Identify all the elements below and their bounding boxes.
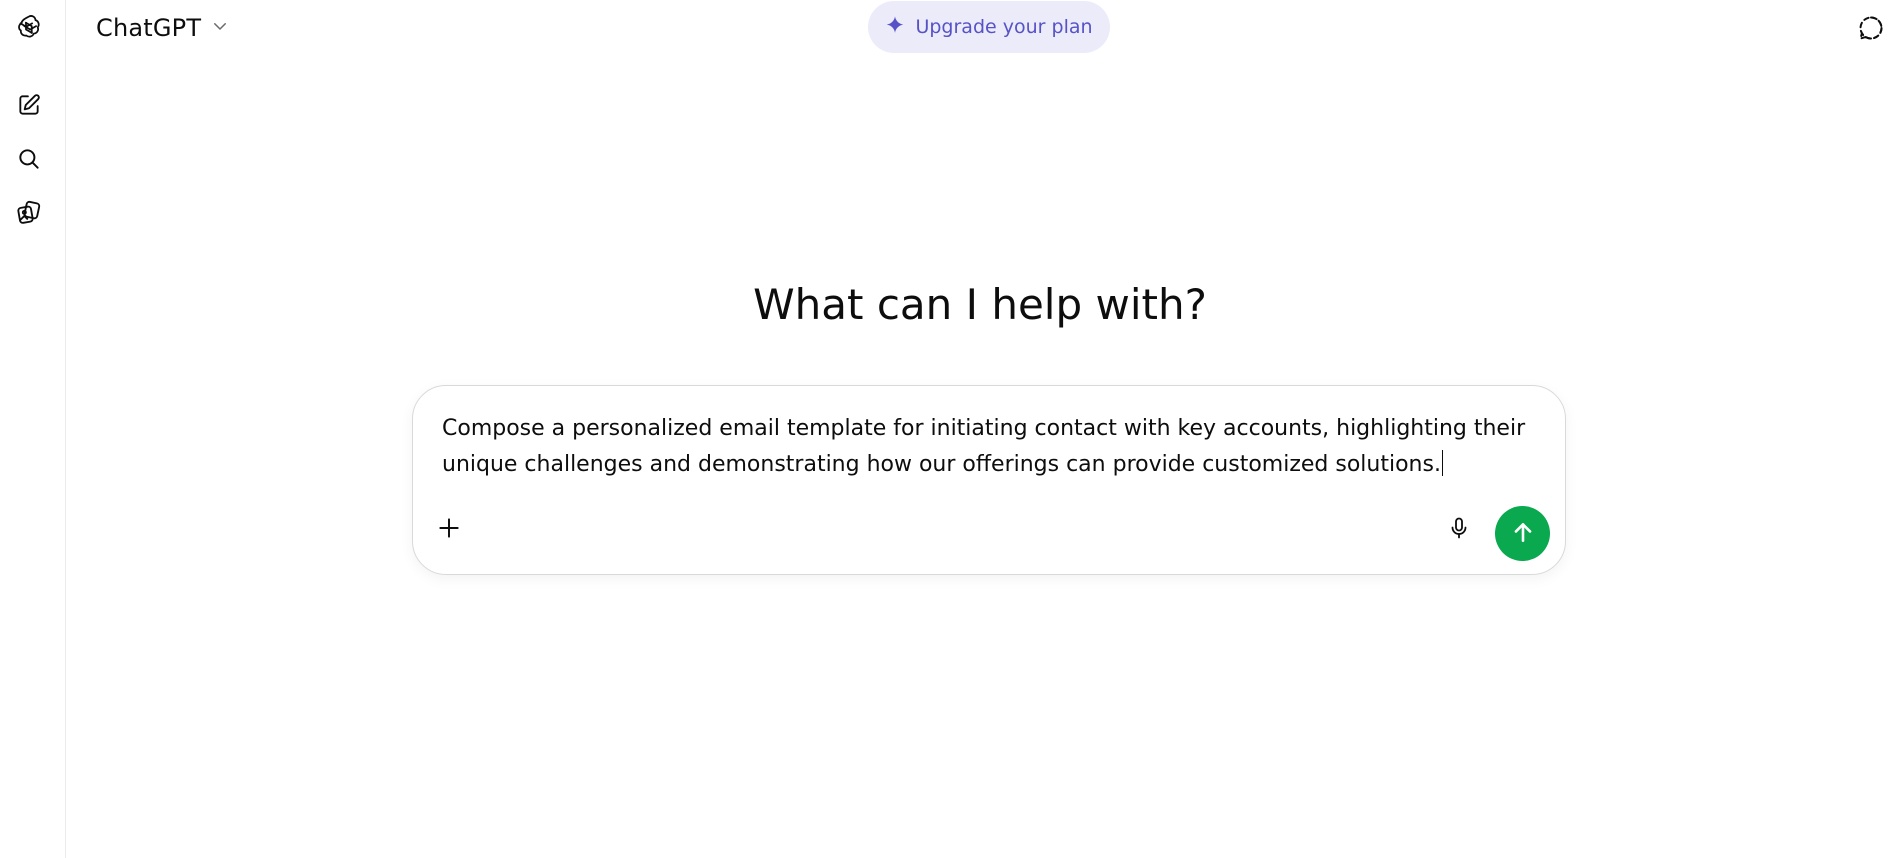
upgrade-plan-button[interactable]: Upgrade your plan (868, 1, 1110, 53)
microphone-icon (1447, 515, 1471, 545)
sparkle-icon (885, 15, 905, 39)
app-window: ChatGPT Upgrade your plan What can I hel… (0, 0, 1894, 858)
temporary-chat-icon (1857, 14, 1885, 46)
prompt-text: Compose a personalized email template fo… (442, 416, 1526, 477)
search-chats-button[interactable] (9, 139, 49, 179)
new-chat-button[interactable] (9, 85, 49, 125)
sidebar-rail (0, 0, 66, 858)
temporary-chat-button[interactable] (1851, 10, 1891, 50)
prompt-composer: Compose a personalized email template fo… (412, 385, 1566, 575)
text-caret (1441, 450, 1444, 476)
add-attachment-button[interactable] (427, 508, 471, 552)
upgrade-plan-label: Upgrade your plan (915, 16, 1093, 38)
library-icon (15, 199, 43, 227)
library-button[interactable] (9, 193, 49, 233)
arrow-up-icon (1510, 519, 1536, 549)
send-button[interactable] (1495, 506, 1550, 561)
model-name: ChatGPT (96, 14, 202, 42)
chevron-down-icon (211, 17, 229, 39)
search-icon (16, 146, 42, 172)
prompt-input[interactable]: Compose a personalized email template fo… (442, 411, 1532, 483)
plus-icon (436, 515, 462, 545)
new-chat-icon (16, 92, 42, 118)
dictate-button[interactable] (1437, 508, 1481, 552)
model-switcher[interactable]: ChatGPT (88, 6, 237, 50)
page-title: What can I help with? (753, 280, 1207, 329)
openai-logo-icon[interactable] (9, 8, 49, 48)
